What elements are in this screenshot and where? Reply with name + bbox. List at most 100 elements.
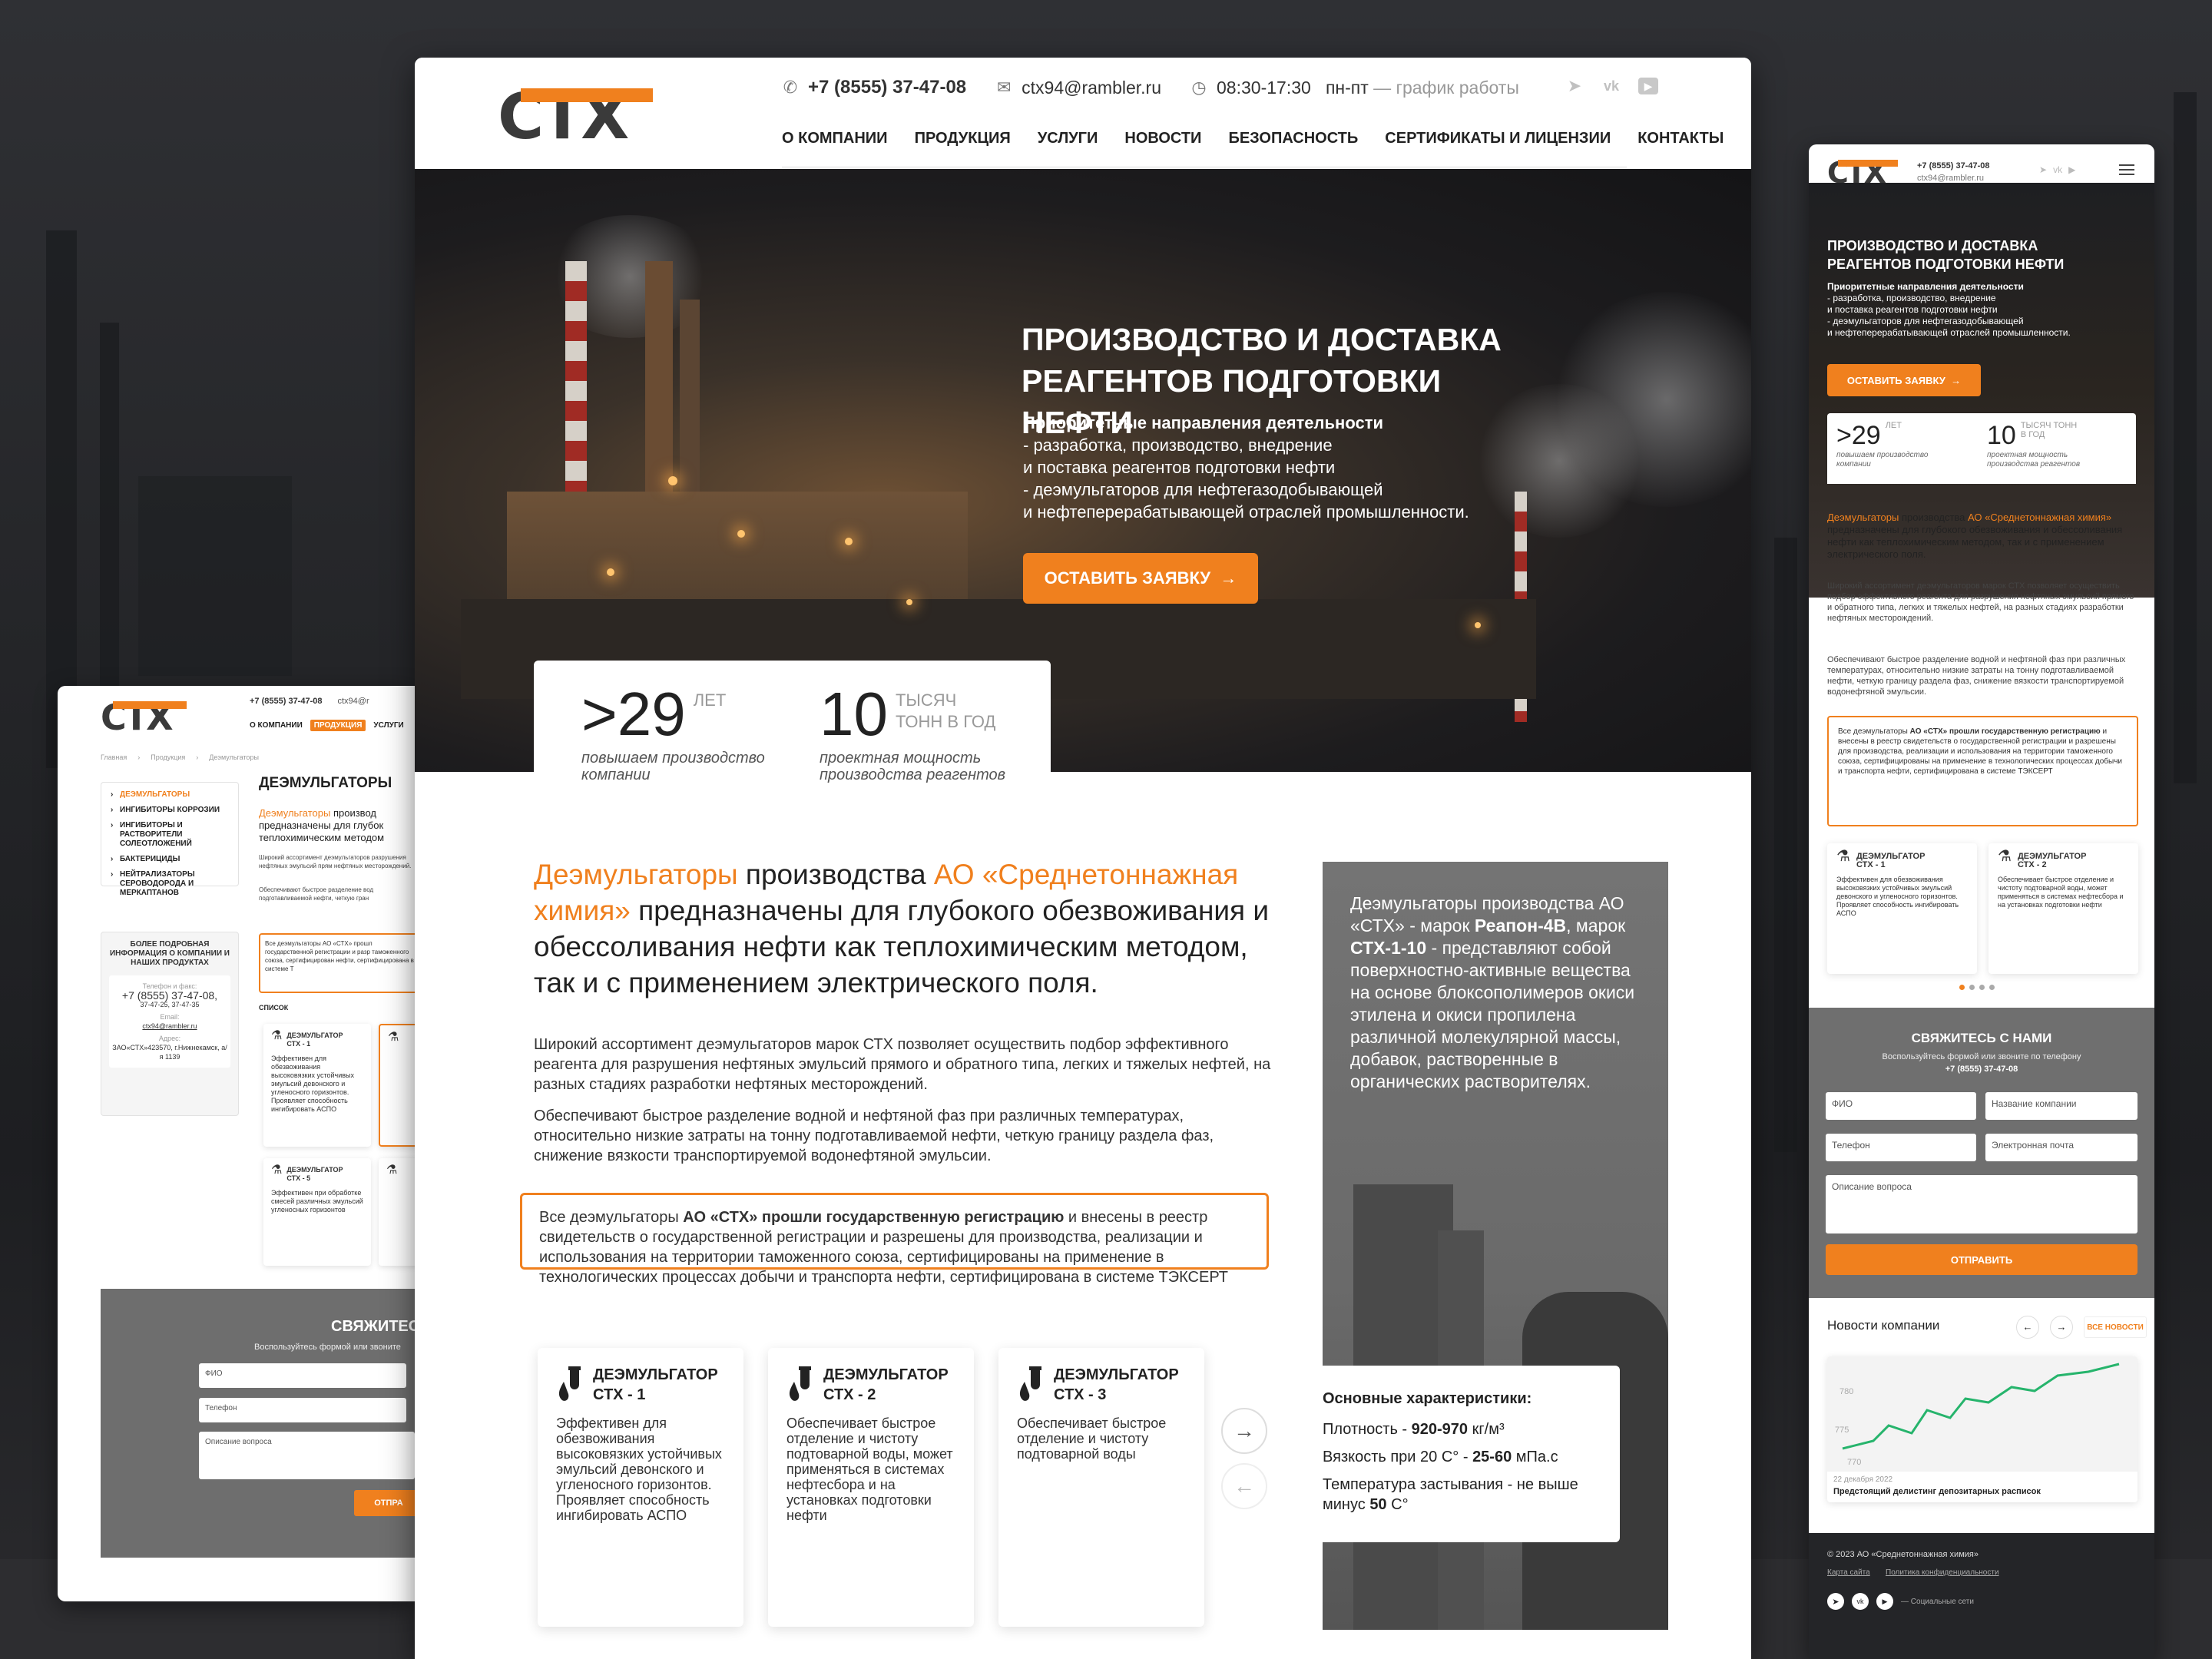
carousel-next-button[interactable]: → [1221,1408,1267,1454]
paragraph-assortment: Широкий ассортимент деэмульгаторов марок… [534,1036,1271,1093]
form-subtitle: Воспользуйтесь формой или звоните [254,1343,401,1352]
flask-icon: ⚗ [386,1164,398,1177]
company-input[interactable]: Название компании [1985,1092,2137,1120]
phone-text[interactable]: +7 (8555) 37-47-08 [250,697,322,706]
all-news-button[interactable]: ВСЕ НОВОСТИ [2084,1316,2147,1338]
top-nav: О КОМПАНИИ ПРОДУКЦИЯ УСЛУГИ [250,720,404,731]
privacy-link[interactable]: Политика конфиденциальности [1886,1568,1999,1577]
nav-item-active[interactable]: ПРОДУКЦИЯ [310,720,366,731]
sitemap-link[interactable]: Карта сайта [1827,1568,1870,1577]
phone-icon: ✆ [783,78,798,97]
product-card-stx2[interactable]: ДЕЭМУЛЬГАТОР СТХ - 2 Обеспечивает быстрое… [768,1348,974,1627]
carousel-dot[interactable] [1979,985,1985,990]
nav-item-safety[interactable]: БЕЗОПАСНОСТЬ [1228,130,1358,147]
menu-icon[interactable] [2119,164,2134,175]
question-textarea[interactable]: Описание вопроса [1826,1175,2137,1233]
telegram-icon[interactable]: ➤ [1565,76,1584,95]
flask-drop-icon [1017,1365,1045,1403]
form-phone[interactable]: +7 (8555) 37-47-08 [1809,1065,2154,1074]
carousel-dot[interactable] [1989,985,1995,990]
news-prev-button[interactable]: ← [2016,1316,2039,1339]
flask-icon: ⚗ [1998,848,2012,865]
header-email[interactable]: ctx94@rambler.ru [1022,78,1161,98]
header-schedule: — график работы [1373,77,1519,98]
fio-input[interactable]: ФИО [1826,1092,1976,1120]
fio-input[interactable]: ФИО [199,1363,406,1388]
youtube-icon[interactable]: ▶ [2068,164,2075,175]
registration-notice: Все деэмульгаторы АО «СТХ» прошли госуда… [520,1193,1269,1286]
sidebar-item-scale[interactable]: ИНГИБИТОРЫ И РАСТВОРИТЕЛИ СОЛЕОТЛОЖЕНИЙ [111,821,229,849]
nav-item-company[interactable]: О КОМПАНИИ [782,130,888,147]
flask-icon: ⚗ [271,1029,283,1042]
product-card[interactable]: ⚗ ДЕЭМУЛЬГАТОР СТХ - 2 Обеспечивает быстро… [1988,843,2138,974]
contact-form-section: СВЯЖИТЕСЬ С НАМИ Воспользуйтесь формой и… [1809,1008,2154,1298]
flask-icon: ⚗ [1836,848,1850,865]
breadcrumb-item[interactable]: Главная [101,753,127,761]
nav-item-services[interactable]: УСЛУГИ [1038,130,1098,147]
email-input[interactable]: Электронная почта [1985,1134,2137,1161]
breadcrumb: Главная › Продукция › Деэмульгаторы [101,753,259,761]
carousel-prev-button[interactable]: ← [1221,1463,1267,1509]
mail-icon: ✉ [996,78,1012,97]
news-card[interactable]: 780 775 770 22 декабря 2022 Предстоящий … [1827,1356,2137,1502]
arrow-right-icon: → [1233,1419,1255,1442]
email-text[interactable]: ctx94@r [337,697,369,706]
submit-button[interactable]: ОТПРА [354,1490,415,1516]
product-card[interactable]: ⚗ [379,1158,415,1266]
carousel-dot[interactable] [1969,985,1975,990]
paragraph: Широкий ассортимент деэмульгаторов разру… [259,854,412,869]
question-textarea[interactable]: Описание вопроса [199,1432,415,1479]
youtube-icon[interactable]: ▶ [1876,1593,1893,1610]
hero-priorities: Приоритетные направления деятельности - … [1827,281,2071,338]
specs-box: Основные характеристики: Плотность - 920… [1323,1366,1620,1542]
youtube-icon[interactable]: ▶ [1638,78,1658,94]
news-headline[interactable]: Предстоящий делистинг депозитарных распи… [1833,1487,2041,1496]
vk-icon[interactable]: vk [1601,78,1621,94]
product-info-panel: Деэмульгаторы производства АО «СТХ» - ма… [1323,862,1668,1630]
info-email[interactable]: ctx94@rambler.ru [112,1022,227,1031]
info-phone[interactable]: +7 (8555) 37-47-08, [112,990,227,1001]
nav-item-certificates[interactable]: СЕРТИФИКАТЫ И ЛИЦЕНЗИИ [1385,130,1611,147]
social-links: ➤ vk ▶ [1565,76,1658,95]
leave-request-button[interactable]: ОСТАВИТЬ ЗАЯВКУ → [1023,553,1258,604]
category-sidebar: ДЕЭМУЛЬГАТОРЫ ИНГИБИТОРЫ КОРРОЗИИ ИНГИБИ… [101,782,239,897]
intro-text: Деэмульгаторы производства АО «Среднетон… [1827,512,2123,560]
telegram-icon[interactable]: ➤ [1827,1593,1844,1610]
leave-request-button[interactable]: ОСТАВИТЬ ЗАЯВКУ → [1827,364,1981,396]
vk-icon[interactable]: vk [2053,164,2062,175]
product-card-stx1[interactable]: ДЕЭМУЛЬГАТОР СТХ - 1 Эффективен для обезв… [538,1348,743,1627]
telegram-icon[interactable]: ➤ [2039,164,2047,175]
product-card[interactable]: ⚗ ДЕЭМУЛЬГАТОР СТХ - 5 Эффективен при обра… [263,1158,371,1266]
product-card[interactable]: ⚗ ДЕЭМУЛЬГАТОР СТХ - 1 Эффективен для обез… [263,1024,371,1147]
breadcrumb-item: Деэмульгаторы [209,753,259,761]
product-card-stx3[interactable]: ДЕЭМУЛЬГАТОР СТХ - 3 Обеспечивает быстрое… [998,1348,1204,1627]
phone-input[interactable]: Телефон [1826,1134,1976,1161]
flask-icon: ⚗ [271,1164,283,1177]
carousel-dot[interactable] [1959,985,1965,990]
phone-text[interactable]: +7 (8555) 37-47-08 [1917,160,1989,172]
registration-notice: Все деэмульгаторы АО «СТХ» прошл государ… [259,933,415,993]
product-card[interactable]: ⚗ ДЕЭМУЛЬГАТОР СТХ - 1 Эффективен для обез… [1827,843,1977,974]
sidebar-item-demulsifiers[interactable]: ДЕЭМУЛЬГАТОРЫ [111,790,229,800]
product-card[interactable]: ⚗ [379,1024,415,1147]
nav-item-news[interactable]: НОВОСТИ [1124,130,1201,147]
flask-icon: ⚗ [388,1031,399,1044]
info-email-label: Email: [160,1013,180,1021]
nav-item[interactable]: УСЛУГИ [373,721,403,731]
sidebar-item-bactericides[interactable]: БАКТЕРИЦИДЫ [111,855,229,864]
nav-item[interactable]: О КОМПАНИИ [250,721,303,731]
news-next-button[interactable]: → [2050,1316,2073,1339]
submit-button[interactable]: ОТПРАВИТЬ [1826,1244,2137,1275]
header-phone[interactable]: +7 (8555) 37-47-08 [808,77,966,98]
nav-item-contacts[interactable]: КОНТАКТЫ [1637,130,1724,147]
logo[interactable]: СТХ [498,86,653,149]
nav-item-products[interactable]: ПРОДУКЦИЯ [915,130,1011,147]
logo[interactable]: СТХ [101,700,187,735]
breadcrumb-item[interactable]: Продукция [151,753,185,761]
news-date: 22 декабря 2022 [1833,1475,1893,1484]
sidebar-item-neutralizers[interactable]: НЕЙТРАЛИЗАТОРЫ СЕРОВОДОРОДА И МЕРКАПТАНО… [111,870,229,898]
clock-icon: ◷ [1191,78,1207,97]
vk-icon[interactable]: vk [1852,1593,1869,1610]
sidebar-item-corrosion[interactable]: ИНГИБИТОРЫ КОРРОЗИИ [111,806,229,815]
phone-input[interactable]: Телефон [199,1398,406,1422]
